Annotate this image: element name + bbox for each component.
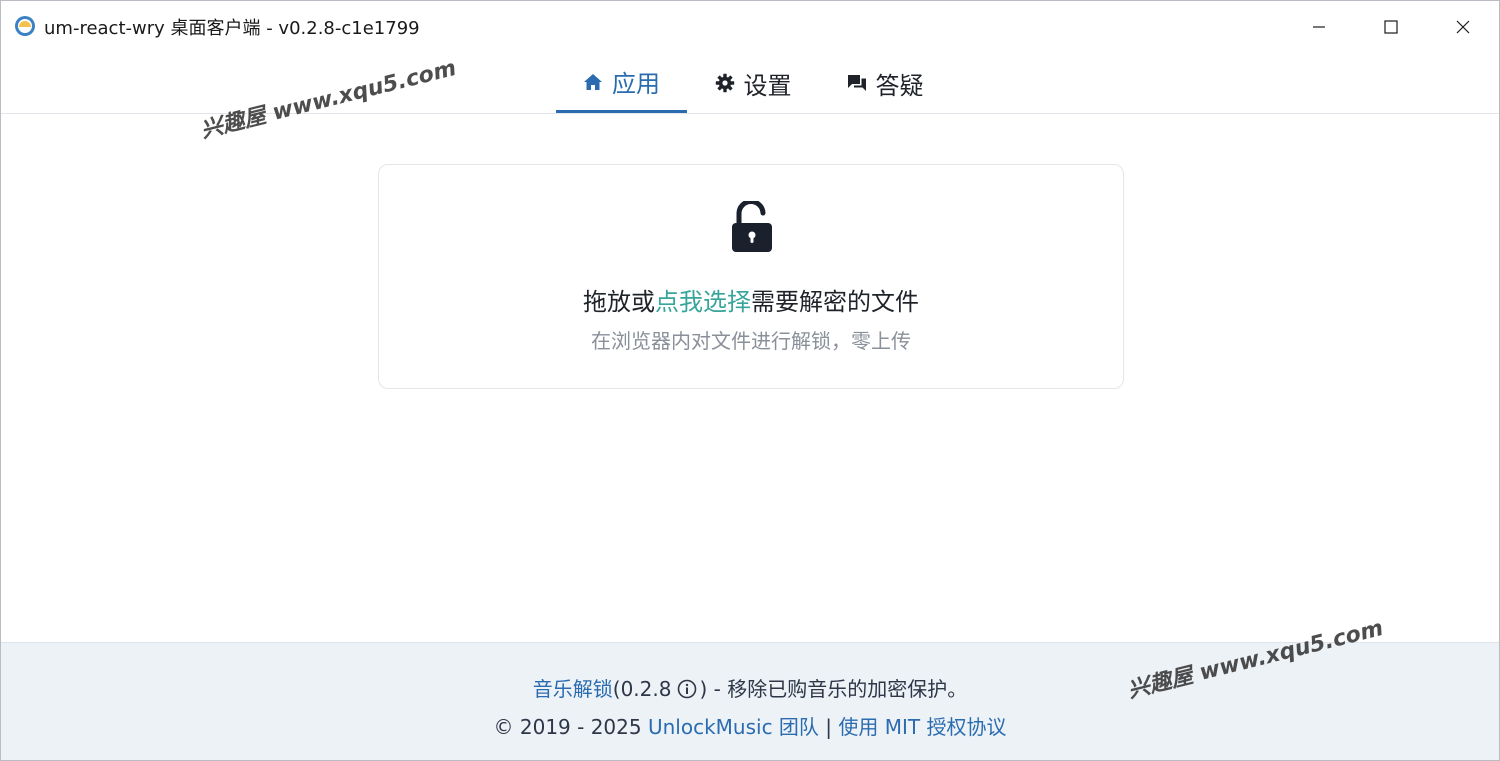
tab-faq-label: 答疑: [875, 71, 924, 100]
footer-line-copyright: © 2019 - 2025 UnlockMusic 团队 | 使用 MIT 授权…: [1, 711, 1499, 740]
license-link[interactable]: 使用 MIT 授权协议: [838, 715, 1006, 739]
main-content: 拖放或点我选择需要解密的文件 在浏览器内对文件进行解锁，零上传: [1, 114, 1499, 642]
maximize-icon: [1384, 20, 1398, 34]
footer-line-info: 音乐解锁(0.2.8 ) - 移除已购音乐的加密保护。: [1, 673, 1499, 702]
minimize-button[interactable]: [1283, 1, 1355, 53]
title-bar: um-react-wry 桌面客户端 - v0.2.8-c1e1799: [1, 1, 1499, 53]
close-button[interactable]: [1427, 1, 1499, 53]
dropzone-subtitle: 在浏览器内对文件进行解锁，零上传: [591, 329, 911, 353]
tab-app-label: 应用: [612, 70, 660, 98]
dropzone-title-prefix: 拖放或: [583, 288, 655, 316]
dropzone-title: 拖放或点我选择需要解密的文件: [379, 282, 1123, 317]
lock-open-icon: [732, 201, 772, 252]
footer-tagline: - 移除已购音乐的加密保护。: [707, 677, 968, 701]
maximize-button[interactable]: [1355, 1, 1427, 53]
info-icon[interactable]: [677, 679, 697, 699]
app-home-link[interactable]: 音乐解锁: [533, 677, 613, 701]
tab-faq[interactable]: 答疑: [829, 53, 941, 113]
tab-bar: 应用 设置 答疑: [1, 53, 1499, 114]
file-dropzone[interactable]: 拖放或点我选择需要解密的文件 在浏览器内对文件进行解锁，零上传: [378, 164, 1124, 389]
app-window: um-react-wry 桌面客户端 - v0.2.8-c1e1799 应用 设…: [0, 0, 1500, 761]
chat-icon: [847, 75, 866, 91]
gear-icon: [715, 73, 734, 93]
select-file-link[interactable]: 点我选择: [655, 288, 751, 316]
team-link[interactable]: UnlockMusic 团队: [648, 715, 819, 739]
home-icon: [584, 73, 602, 90]
close-icon: [1456, 20, 1470, 34]
minimize-icon: [1313, 26, 1325, 28]
copyright-text: © 2019 - 2025: [493, 715, 648, 739]
window-controls: [1283, 1, 1499, 53]
tab-settings-label: 设置: [743, 71, 792, 100]
version-open: (0.2.8: [612, 677, 672, 701]
tab-app[interactable]: 应用: [556, 53, 687, 113]
window-title: um-react-wry 桌面客户端 - v0.2.8-c1e1799: [44, 18, 420, 39]
footer-separator: |: [818, 715, 839, 739]
tab-settings[interactable]: 设置: [697, 53, 809, 113]
dropzone-title-suffix: 需要解密的文件: [751, 288, 919, 316]
app-logo-icon: [15, 16, 35, 36]
